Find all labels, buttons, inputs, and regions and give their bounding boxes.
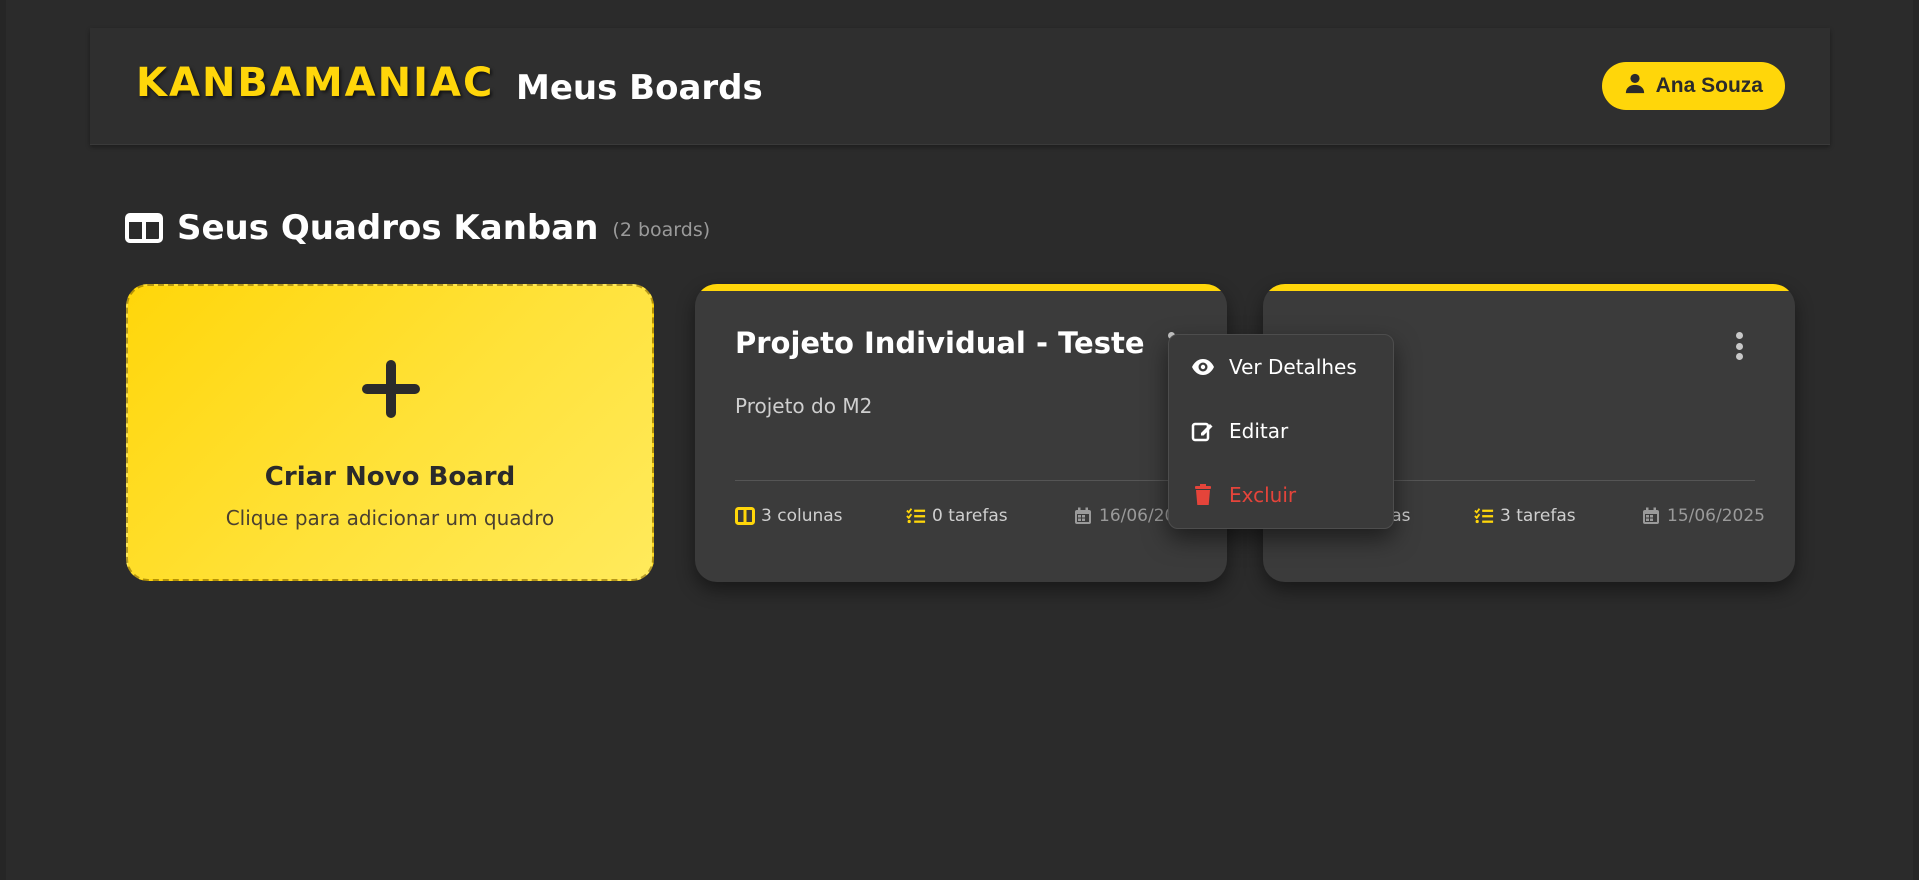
tasks-count: 0 tarefas	[932, 506, 1008, 526]
tasks-icon	[906, 507, 926, 525]
board-count: (2 boards)	[612, 219, 711, 241]
window-border-right	[1913, 0, 1919, 880]
create-board-subtitle: Clique para adicionar um quadro	[225, 506, 555, 530]
tasks-count: 3 tarefas	[1500, 506, 1576, 526]
brand-logo[interactable]: KANBAMANIAC	[136, 60, 494, 106]
board-options-menu: Ver Detalhes Editar Excluir	[1168, 334, 1394, 529]
menu-item-label: Ver Detalhes	[1229, 355, 1357, 379]
card-divider	[735, 480, 1187, 481]
page-title: Meus Boards	[516, 68, 763, 108]
menu-item-label: Editar	[1229, 419, 1289, 443]
window-border-left	[0, 0, 6, 880]
board-title: Projeto Individual - Teste	[735, 326, 1145, 360]
columns-icon	[125, 213, 163, 243]
board-date-meta: 15/06/2025	[1641, 506, 1765, 526]
menu-item-edit[interactable]: Editar	[1191, 419, 1288, 443]
board-description: Projeto do M2	[735, 394, 873, 418]
board-tasks-meta: 0 tarefas	[906, 506, 1008, 526]
board-tasks-meta: 3 tarefas	[1474, 506, 1576, 526]
edit-icon	[1191, 420, 1215, 442]
board-card[interactable]: Projeto Individual - Teste Projeto do M2…	[695, 284, 1227, 582]
user-icon	[1624, 72, 1646, 100]
eye-icon	[1191, 356, 1215, 378]
create-board-card[interactable]: Criar Novo Board Clique para adicionar u…	[126, 284, 654, 581]
menu-item-view-details[interactable]: Ver Detalhes	[1191, 355, 1357, 379]
board-options-button[interactable]	[1735, 332, 1743, 360]
board-date: 15/06/2025	[1667, 506, 1765, 526]
calendar-icon	[1641, 507, 1661, 525]
menu-item-label: Excluir	[1229, 483, 1297, 507]
section-heading: Seus Quadros Kanban (2 boards)	[125, 208, 710, 248]
user-name: Ana Souza	[1655, 74, 1763, 97]
user-menu-button[interactable]: Ana Souza	[1601, 62, 1785, 110]
tasks-icon	[1474, 507, 1494, 525]
columns-count: 3 colunas	[761, 506, 843, 526]
calendar-icon	[1073, 507, 1093, 525]
board-accent-bar	[1263, 284, 1795, 291]
app-header: KANBAMANIAC Meus Boards Ana Souza	[90, 28, 1830, 145]
create-board-title: Criar Novo Board	[264, 462, 516, 492]
board-accent-bar	[695, 284, 1227, 291]
columns-icon	[735, 507, 755, 525]
board-columns-meta: 3 colunas	[735, 506, 843, 526]
trash-icon	[1191, 484, 1215, 506]
section-title: Seus Quadros Kanban	[177, 208, 599, 248]
menu-item-delete[interactable]: Excluir	[1191, 483, 1296, 507]
